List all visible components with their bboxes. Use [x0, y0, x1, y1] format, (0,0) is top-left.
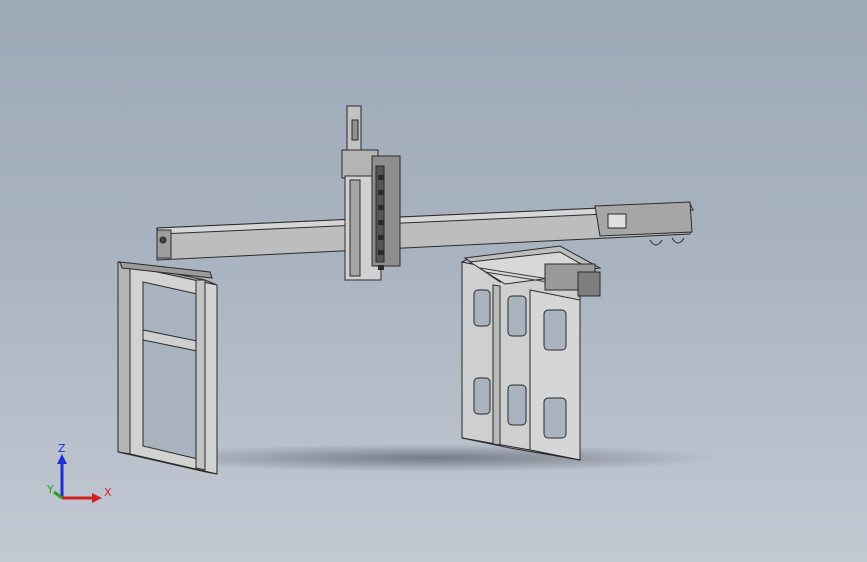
gantry-model[interactable] — [0, 0, 867, 562]
coordinate-triad: Z X Y — [46, 442, 112, 503]
x-axis-label: X — [104, 486, 112, 499]
y-axis-label: Y — [46, 483, 54, 496]
graphics-viewport[interactable]: Z X Y — [0, 0, 867, 562]
z-axis-label: Z — [58, 442, 66, 455]
x-axis-beam[interactable] — [119, 201, 694, 279]
z-arrow-head — [57, 454, 67, 464]
ground-shadow — [140, 444, 720, 472]
x-arrow-head — [92, 493, 102, 503]
z-axis-column[interactable] — [341, 105, 401, 281]
left-support-frame[interactable] — [117, 261, 218, 475]
